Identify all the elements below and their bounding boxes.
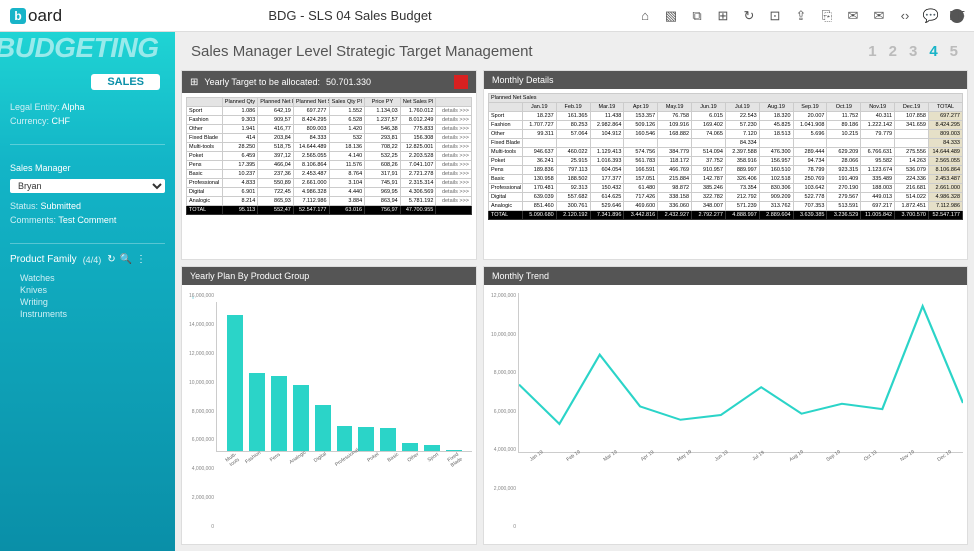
bar[interactable]	[424, 445, 440, 451]
logo-icon: b	[10, 8, 26, 24]
chart-menu-icon[interactable]: ≡	[186, 293, 472, 302]
step-4[interactable]: 4	[929, 43, 937, 60]
doc-icon[interactable]: ⎘	[820, 9, 834, 23]
mail-check-icon[interactable]: ✉	[872, 9, 886, 23]
status-label: Status:	[10, 201, 38, 211]
bar[interactable]	[249, 373, 265, 451]
pf-item[interactable]: Watches	[20, 273, 155, 283]
line-chart	[518, 293, 963, 453]
product-family-items: Watches Knives Writing Instruments	[0, 269, 175, 323]
comments-value: Test Comment	[58, 215, 116, 225]
sidebar: BUDGETING SALES Legal Entity: Alpha Curr…	[0, 32, 175, 551]
code-icon[interactable]: ‹›	[898, 9, 912, 23]
refresh-pf-icon[interactable]: ↻	[107, 254, 115, 265]
status-value: Submitted	[41, 201, 82, 211]
allocation-icon: ⊞	[190, 77, 198, 88]
home-icon[interactable]: ⌂	[638, 9, 652, 23]
avatar[interactable]: FF	[950, 9, 964, 23]
export-icon[interactable]: ⇪	[794, 9, 808, 23]
panel4-title: Monthly Trend	[492, 271, 549, 281]
bar[interactable]	[227, 315, 243, 451]
pf-item[interactable]: Writing	[20, 297, 155, 307]
pf-item[interactable]: Instruments	[20, 309, 155, 319]
app-title: BDG - SLS 04 Sales Budget	[62, 8, 638, 23]
copy-icon[interactable]: ⧉	[690, 9, 704, 23]
search-pf-icon[interactable]: 🔍	[120, 254, 132, 265]
step-3[interactable]: 3	[909, 43, 917, 60]
yearly-plan-chart-panel: Yearly Plan By Product Group ≡ 16,000,00…	[181, 266, 477, 545]
comments-label: Comments:	[10, 215, 56, 225]
sales-tag: SALES	[91, 74, 160, 90]
panel1-title: Yearly Target to be allocated:	[204, 77, 320, 87]
bar[interactable]	[293, 385, 309, 451]
monthly-details-table[interactable]: Planned Net SalesJan.19Feb.19Mar.19Apr.1…	[488, 93, 963, 220]
logo-text: oard	[28, 6, 62, 26]
bar-chart	[216, 302, 472, 452]
logo: b oard	[10, 6, 62, 26]
step-indicator: 1 2 3 4 5	[868, 43, 958, 60]
legal-entity-value: Alpha	[62, 102, 85, 112]
pf-item[interactable]: Knives	[20, 285, 155, 295]
currency-label: Currency:	[10, 116, 49, 126]
yearly-target-panel: ⊞ Yearly Target to be allocated: 50.701.…	[181, 70, 477, 260]
page-title: Sales Manager Level Strategic Target Man…	[191, 43, 533, 60]
step-1[interactable]: 1	[868, 43, 876, 60]
chart-icon[interactable]: ▧	[664, 9, 678, 23]
display-icon[interactable]: ⊡	[768, 9, 782, 23]
manager-select[interactable]: Bryan	[10, 179, 165, 193]
currency-value: CHF	[52, 116, 71, 126]
bar[interactable]	[315, 405, 331, 451]
step-2[interactable]: 2	[889, 43, 897, 60]
alert-indicator[interactable]	[454, 75, 468, 89]
bar[interactable]	[402, 443, 418, 451]
bar[interactable]	[358, 427, 374, 451]
step-5[interactable]: 5	[950, 43, 958, 60]
layout-icon[interactable]: ⊞	[716, 9, 730, 23]
bar[interactable]	[446, 450, 462, 451]
chat-icon[interactable]: 💬	[924, 9, 938, 23]
mail-icon[interactable]: ✉	[846, 9, 860, 23]
more-pf-icon[interactable]: ⋮	[136, 254, 146, 265]
monthly-details-panel: Monthly Details Planned Net SalesJan.19F…	[483, 70, 968, 260]
product-family-label: Product Family	[10, 254, 77, 265]
panel3-title: Yearly Plan By Product Group	[190, 271, 309, 281]
manager-label: Sales Manager	[10, 163, 165, 173]
topbar: b oard BDG - SLS 04 Sales Budget ⌂ ▧ ⧉ ⊞…	[0, 0, 974, 32]
yearly-target-table[interactable]: Planned QtyPlanned Net PricePlanned Net …	[186, 97, 472, 215]
refresh-icon[interactable]: ↻	[742, 9, 756, 23]
panel1-value: 50.701.330	[326, 77, 371, 87]
bar[interactable]	[380, 428, 396, 451]
monthly-trend-panel: Monthly Trend 12,000,00010,000,0008,000,…	[483, 266, 968, 545]
bar[interactable]	[337, 426, 353, 451]
product-family-count: (4/4)	[83, 255, 102, 265]
panel2-title: Monthly Details	[492, 75, 554, 85]
legal-entity-label: Legal Entity:	[10, 102, 60, 112]
top-toolbar: ⌂ ▧ ⧉ ⊞ ↻ ⊡ ⇪ ⎘ ✉ ✉ ‹› 💬 FF	[638, 9, 964, 23]
bar[interactable]	[271, 376, 287, 451]
